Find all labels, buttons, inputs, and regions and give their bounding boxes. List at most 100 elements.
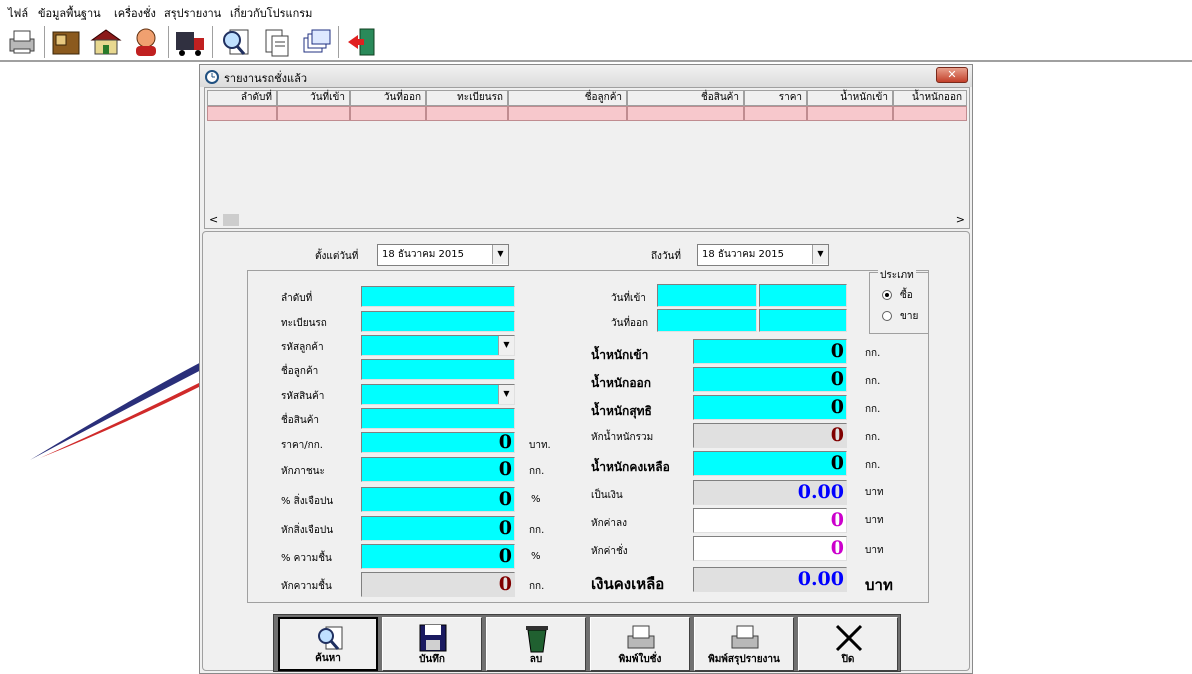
weigh-unit: บาท [865,545,884,556]
menu-master-data[interactable]: ข้อมูลพื้นฐาน [38,4,101,22]
w-ded-label: หักน้ำหนักรวม [591,432,654,443]
save-button[interactable]: บันทึก [382,617,482,671]
col-header[interactable]: น้ำหนักออก [893,90,967,106]
col-header[interactable]: ราคา [744,90,807,106]
unload-label: หักค่าลง [591,518,627,529]
chevron-down-icon[interactable]: ▼ [498,385,514,404]
container-field[interactable]: 0 [361,457,515,482]
menu-bar: ไฟล์ ข้อมูลพื้นฐาน เครื่องชั่ง สรุปรายงา… [0,0,1192,22]
in-date-field[interactable] [657,284,757,307]
moist-pct-unit: % [531,551,541,562]
search-caption: ค้นหา [315,653,341,664]
radio-buy-label: ซื้อ [900,290,913,301]
to-date-value: 18 ธันวาคม 2015 [702,249,784,260]
seq-field[interactable] [361,286,515,307]
col-header[interactable]: ชื่อลูกค้า [508,90,627,106]
type-label: ประเภท [878,268,916,283]
printer-icon[interactable] [4,24,40,60]
exit-door-icon[interactable] [344,24,380,60]
out-time-field[interactable] [759,309,847,332]
unload-field[interactable]: 0 [693,508,847,533]
grid-cell[interactable] [508,106,627,121]
house-icon[interactable] [88,24,124,60]
foreign-pct-field[interactable]: 0 [361,487,515,512]
close-button[interactable]: ปิด [798,617,898,671]
grid-cell[interactable] [627,106,744,121]
grid-cell[interactable] [207,106,277,121]
horizontal-scrollbar[interactable]: < > [205,212,969,228]
to-date-label: ถึงวันที่ [651,251,681,262]
prod-name-field[interactable] [361,408,515,429]
col-header[interactable]: ลำดับที่ [207,90,277,106]
foreign-field[interactable]: 0 [361,516,515,541]
grid-cell[interactable] [744,106,807,121]
cust-code-label: รหัสลูกค้า [281,342,324,353]
col-header[interactable]: วันที่เข้า [277,90,350,106]
scroll-thumb[interactable] [223,214,239,226]
grid-cell[interactable] [893,106,967,121]
menu-reports[interactable]: สรุปรายงาน [164,4,221,22]
grid-cell[interactable] [426,106,508,121]
w-in-field[interactable]: 0 [693,339,847,364]
prod-code-select[interactable]: ▼ [361,384,515,405]
printer-icon [731,625,759,649]
price-field[interactable]: 0 [361,432,515,453]
scroll-right-icon[interactable]: > [956,213,965,226]
truck-icon[interactable] [172,24,208,60]
w-out-unit: กก. [865,376,881,387]
window-titlebar: รายงานรถชั่งแล้ว ✕ [200,65,972,87]
w-rem-field[interactable]: 0 [693,451,847,476]
detail-panel: ตั้งแต่วันที่ 18 ธันวาคม 2015 ▼ ถึงวันที… [202,231,970,672]
w-ded-field: 0 [693,423,847,448]
menu-file[interactable]: ไฟล์ [8,4,28,22]
moist-pct-field[interactable]: 0 [361,544,515,569]
from-date-picker[interactable]: 18 ธันวาคม 2015 ▼ [377,244,509,266]
menu-scale[interactable]: เครื่องชั่ง [114,4,156,22]
out-date-field[interactable] [657,309,757,332]
grid-cell[interactable] [277,106,350,121]
grid-cell[interactable] [350,106,426,121]
chevron-down-icon[interactable]: ▼ [492,245,508,264]
w-ded-unit: กก. [865,432,881,443]
search-button[interactable]: ค้นหา [278,617,378,671]
w-out-field[interactable]: 0 [693,367,847,392]
money-field: 0.00 [693,480,847,505]
doc-icon[interactable] [258,24,294,60]
person-icon[interactable] [128,24,164,60]
close-icon[interactable]: ✕ [936,67,968,83]
w-out-label: น้ำหนักออก [591,376,651,390]
to-date-picker[interactable]: 18 ธันวาคม 2015 ▼ [697,244,829,266]
w-in-label: น้ำหนักเข้า [591,348,649,362]
radio-buy[interactable] [882,290,892,300]
from-date-label: ตั้งแต่วันที่ [315,251,359,262]
delete-button[interactable]: ลบ [486,617,586,671]
cust-name-field[interactable] [361,359,515,380]
radio-sell[interactable] [882,311,892,321]
chevron-down-icon[interactable]: ▼ [812,245,828,264]
col-header[interactable]: น้ำหนักเข้า [807,90,893,106]
in-time-field[interactable] [759,284,847,307]
cust-code-select[interactable]: ▼ [361,335,515,356]
grid-cell[interactable] [807,106,893,121]
scroll-left-icon[interactable]: < [209,213,218,226]
plate-label: ทะเบียนรถ [281,318,327,329]
balance-field: 0.00 [693,567,847,592]
foreign-unit: กก. [529,525,545,536]
box-icon[interactable] [48,24,84,60]
foreign-pct-unit: % [531,494,541,505]
results-grid[interactable]: ลำดับที่ วันที่เข้า วันที่ออก ทะเบียนรถ … [204,87,970,229]
w-net-field[interactable]: 0 [693,395,847,420]
col-header[interactable]: ทะเบียนรถ [426,90,508,106]
print-slip-button[interactable]: พิมพ์ใบชั่ง [590,617,690,671]
chevron-down-icon[interactable]: ▼ [498,336,514,355]
col-header[interactable]: วันที่ออก [350,90,426,106]
plate-field[interactable] [361,311,515,332]
search-doc-icon[interactable] [218,24,254,60]
weigh-label: หักค่าชั่ง [591,546,628,557]
menu-about[interactable]: เกี่ยวกับโปรแกรม [230,4,312,22]
print-summary-button[interactable]: พิมพ์สรุปรายงาน [694,617,794,671]
col-header[interactable]: ชื่อสินค้า [627,90,744,106]
weigh-field[interactable]: 0 [693,536,847,561]
background-logo-swoosh [30,360,205,460]
stack-icon[interactable] [298,24,334,60]
